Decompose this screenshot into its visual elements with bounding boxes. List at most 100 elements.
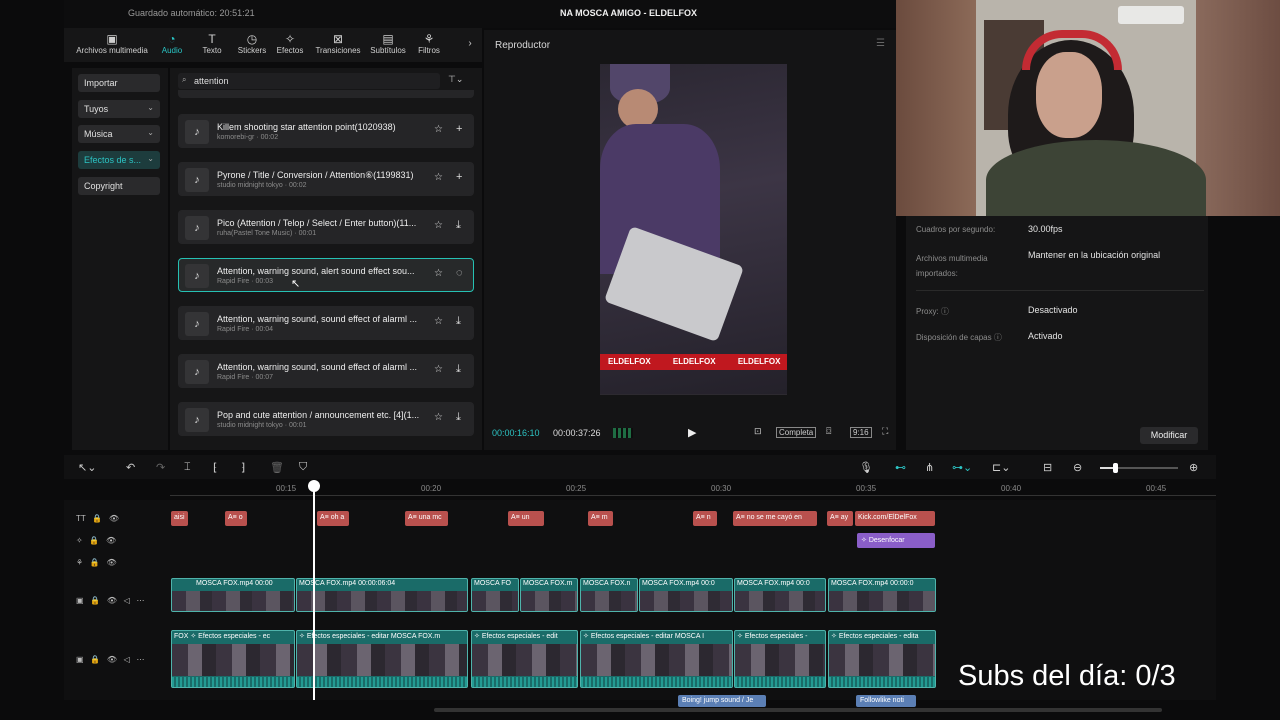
- video-clip[interactable]: MOSCA FOX.m: [520, 578, 578, 612]
- zoom-slider-handle[interactable]: [1113, 463, 1118, 473]
- microphone-icon[interactable]: 🎙: [859, 461, 873, 474]
- tab-media[interactable]: ▣ Archivos multimedia: [66, 32, 158, 55]
- video-preview[interactable]: ELDELFOX ELDELFOX ELDELFOX: [600, 64, 787, 395]
- video-clip[interactable]: MOSCA FOX.mp4 00:0: [734, 578, 826, 612]
- snap-icon[interactable]: ⋔: [925, 461, 934, 474]
- main-clip[interactable]: FOX ✧ Efectos especiales - ec: [171, 630, 295, 688]
- download-icon[interactable]: ⤓: [456, 363, 461, 376]
- video-clip[interactable]: MOSCA FOX.mp4 00:00:0: [828, 578, 936, 612]
- aspect-ratio-button[interactable]: 9:16: [850, 427, 872, 438]
- text-clip[interactable]: A≡ oh a: [317, 511, 349, 526]
- preview-axis-icon[interactable]: ⊏⌄: [992, 461, 1010, 474]
- star-icon[interactable]: ☆: [434, 316, 443, 327]
- text-clip[interactable]: A≡ un: [508, 511, 544, 526]
- main-clip[interactable]: ✧ Efectos especiales - editar MOSCA FOX.…: [296, 630, 468, 688]
- download-icon[interactable]: ⤓: [456, 411, 461, 424]
- tab-effects[interactable]: ✧ Efectos: [268, 32, 312, 55]
- effect-clip[interactable]: ✧ Desenfocar: [857, 533, 935, 548]
- text-clip[interactable]: A≡ o: [225, 511, 247, 526]
- video-clip[interactable]: MOSCA FOX.mp4 00:00: [171, 578, 295, 612]
- list-item[interactable]: ♪ Killem shooting star attention point(1…: [178, 114, 474, 148]
- list-item[interactable]: ♪ Attention, warning sound, sound effect…: [178, 306, 474, 340]
- main-clip[interactable]: ✧ Efectos especiales - edit: [471, 630, 578, 688]
- trim-left-icon[interactable]: ⁅: [213, 461, 217, 474]
- text-clip[interactable]: A≡ n: [693, 511, 717, 526]
- text-clip[interactable]: A≡ ay: [827, 511, 853, 526]
- star-icon[interactable]: ☆: [434, 412, 443, 423]
- tab-text[interactable]: T Texto: [190, 32, 234, 55]
- snapshot-icon[interactable]: ⌼: [826, 426, 831, 437]
- main-clip[interactable]: ✧ Efectos especiales -: [734, 630, 826, 688]
- video-clip[interactable]: MOSCA FOX.mp4 00:00:06:04: [296, 578, 468, 612]
- display-settings-icon[interactable]: ⊟: [1043, 461, 1052, 474]
- text-clip[interactable]: A≡ no se me cayó en: [733, 511, 817, 526]
- search-input[interactable]: attention: [178, 73, 440, 89]
- filter-icon[interactable]: ⊤⌄: [448, 74, 463, 85]
- tab-filters[interactable]: ⚘ Filtros: [408, 32, 450, 55]
- main-toolbar: ▣ Archivos multimedia ◔ Audio T Texto ◷ Stic…: [64, 28, 482, 62]
- audio-clip[interactable]: Boing! jump sound / Je: [678, 695, 766, 707]
- loading-icon[interactable]: ◌: [456, 267, 463, 279]
- timeline-scrollbar[interactable]: [434, 708, 1162, 712]
- main-clip[interactable]: ✧ Efectos especiales - editar MOSCA I: [580, 630, 733, 688]
- star-icon[interactable]: ☆: [434, 364, 443, 375]
- delete-icon[interactable]: 🗑: [270, 461, 284, 474]
- add-icon[interactable]: +: [456, 171, 462, 183]
- download-icon[interactable]: ⤓: [456, 219, 461, 232]
- list-item-selected[interactable]: ♪ Attention, warning sound, alert sound …: [178, 258, 474, 292]
- list-item[interactable]: ♪ Pico (Attention / Telop / Select / Ent…: [178, 210, 474, 244]
- fullscreen-icon[interactable]: ⛶: [882, 426, 888, 437]
- nav-import[interactable]: Importar: [78, 74, 160, 92]
- undo-icon[interactable]: ↶: [126, 461, 135, 474]
- star-icon[interactable]: ☆: [434, 220, 443, 231]
- modify-button[interactable]: Modificar: [1140, 427, 1198, 444]
- nav-music[interactable]: Música ⌄: [78, 125, 160, 143]
- video-clip[interactable]: MOSCA FO: [471, 578, 519, 612]
- zoom-out-icon[interactable]: ⊖: [1073, 461, 1082, 474]
- main-clip[interactable]: ✧ Efectos especiales - edita: [828, 630, 936, 688]
- add-icon[interactable]: +: [456, 123, 462, 135]
- nav-sound-effects[interactable]: Efectos de s... ⌄: [78, 151, 160, 169]
- tab-transitions[interactable]: ⊠ Transiciones: [310, 32, 366, 55]
- crop-icon[interactable]: ⊡: [754, 426, 762, 437]
- webcam-overlay: [896, 0, 1280, 216]
- audio-clip[interactable]: Followlike noti: [856, 695, 916, 707]
- list-item[interactable]: ♪ Attention, warning sound, sound effect…: [178, 354, 474, 388]
- menu-icon[interactable]: ☰: [876, 38, 885, 49]
- zoom-in-icon[interactable]: ⊕: [1189, 461, 1198, 474]
- timeline-ruler[interactable]: [170, 495, 1216, 496]
- trim-right-icon[interactable]: ⁆: [241, 461, 245, 474]
- star-icon[interactable]: ☆: [434, 268, 443, 279]
- text-clip[interactable]: Kick.com/ElDelFox: [855, 511, 935, 526]
- download-icon[interactable]: ⤓: [456, 315, 461, 328]
- magnet-icon[interactable]: ⊶⌄: [952, 461, 972, 474]
- play-button[interactable]: ▶: [688, 426, 696, 439]
- text-clip[interactable]: A≡ una mc: [405, 511, 448, 526]
- tab-subtitles[interactable]: ▤ Subtítulos: [364, 32, 412, 55]
- playhead[interactable]: [313, 484, 315, 700]
- video-clip[interactable]: MOSCA FOX.n: [580, 578, 638, 612]
- text-clip[interactable]: aisi: [171, 511, 188, 526]
- video-clip[interactable]: MOSCA FOX.mp4 00:0: [639, 578, 733, 612]
- split-icon[interactable]: ⌶: [184, 461, 191, 474]
- tab-audio[interactable]: ◔ Audio: [150, 32, 194, 55]
- list-item[interactable]: ♪ Pop and cute attention / announcement …: [178, 402, 474, 436]
- marker-icon[interactable]: ⛉: [299, 461, 307, 474]
- nav-yours[interactable]: Tuyos ⌄: [78, 100, 160, 118]
- star-icon[interactable]: ☆: [434, 172, 443, 183]
- list-item[interactable]: ♪ Pyrone / Title / Conversion / Attentio…: [178, 162, 474, 196]
- redo-icon[interactable]: ↷: [156, 461, 165, 474]
- nav-copyright[interactable]: Copyright: [78, 177, 160, 195]
- sweater-shape: [986, 140, 1206, 216]
- playhead-handle[interactable]: [308, 480, 320, 492]
- thumbnail-strip: [640, 591, 732, 611]
- music-note-icon: ♪: [185, 216, 209, 240]
- toolbar-more-icon[interactable]: ›: [460, 38, 480, 49]
- layers-label: Disposición de capas ⓘ: [916, 333, 1002, 342]
- full-quality-button[interactable]: Completa: [776, 427, 817, 438]
- link-icon[interactable]: ⊷: [895, 461, 906, 474]
- layers-value: Activado: [1028, 331, 1063, 341]
- text-clip[interactable]: A≡ m: [588, 511, 613, 526]
- star-icon[interactable]: ☆: [434, 124, 443, 135]
- select-tool-icon[interactable]: ↖⌄: [78, 461, 96, 474]
